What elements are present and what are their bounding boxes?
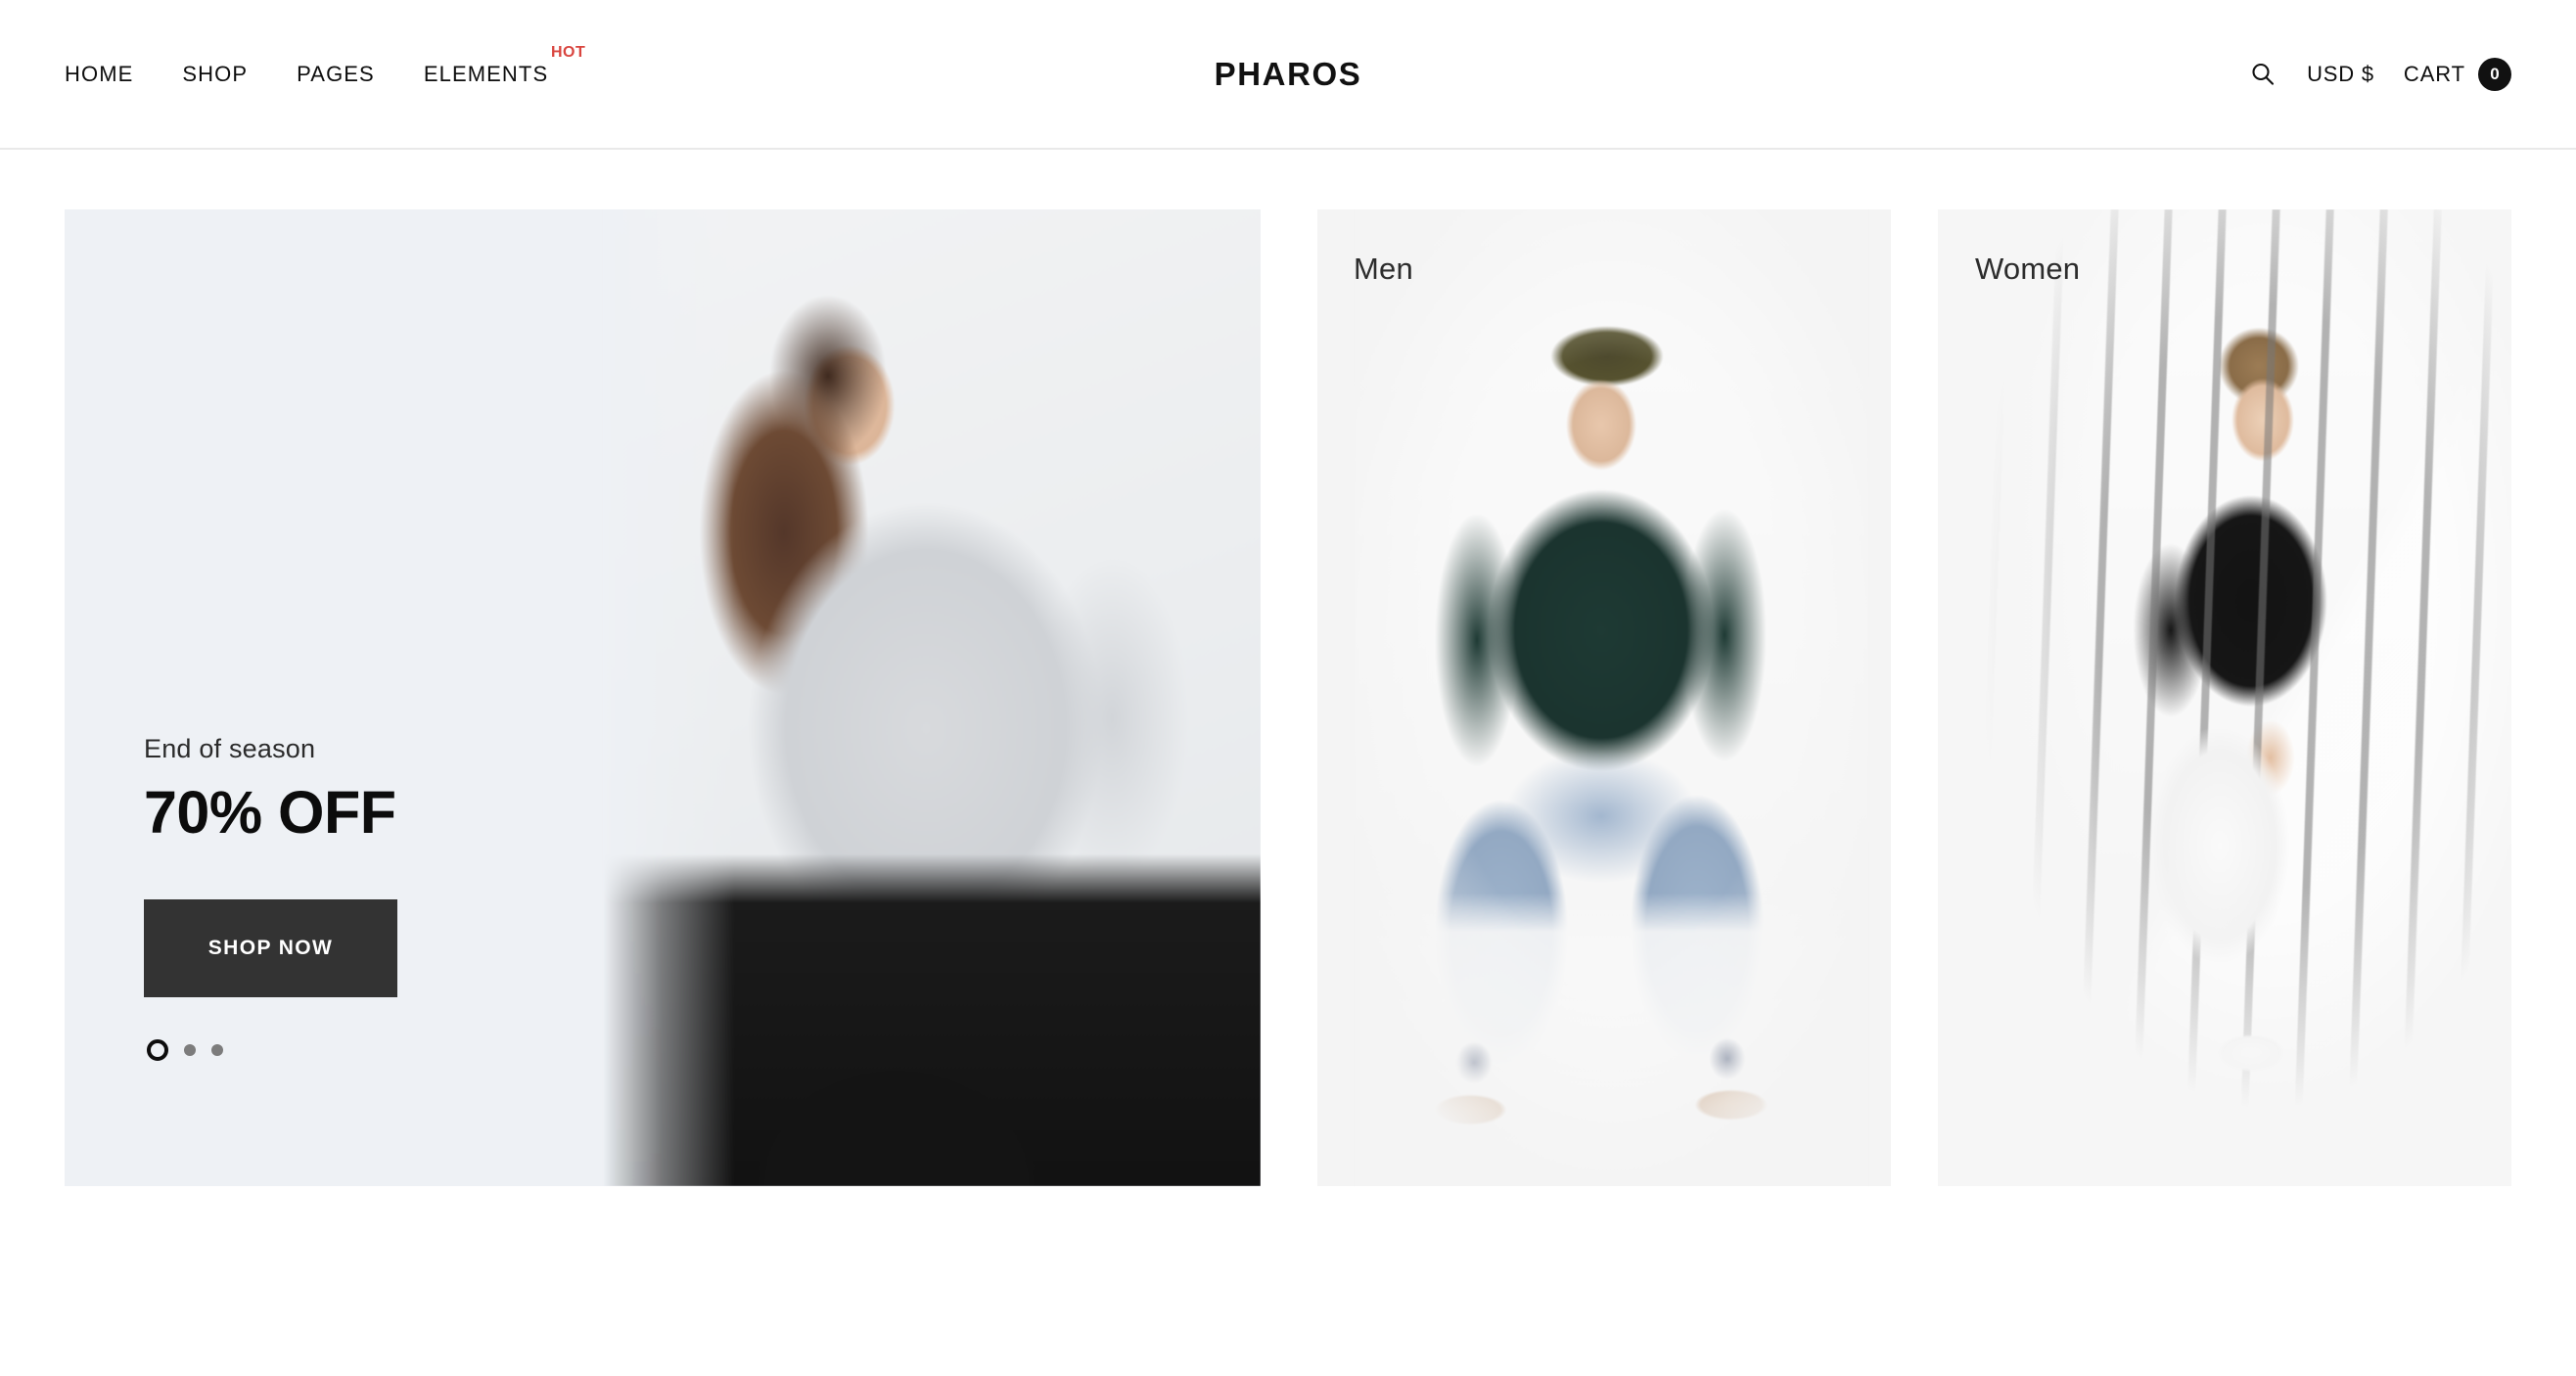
carousel-dots xyxy=(147,1039,397,1061)
search-icon[interactable] xyxy=(2248,60,2277,89)
site-logo[interactable]: PHAROS xyxy=(1215,56,1362,93)
hero-slider[interactable]: End of season 70% OFF SHOP NOW xyxy=(65,209,1261,1186)
hero-overlay: End of season 70% OFF SHOP NOW xyxy=(144,734,397,1061)
nav-item-elements-label: ELEMENTS xyxy=(423,61,549,86)
category-label-men[interactable]: Men xyxy=(1354,252,1413,287)
nav-item-home-label: HOME xyxy=(65,61,134,86)
header-actions: USD $ CART 0 xyxy=(2248,57,2511,91)
nav-item-shop-label: SHOP xyxy=(182,61,249,86)
carousel-dot-3[interactable] xyxy=(211,1044,223,1056)
men-category-image xyxy=(1355,209,1868,1186)
currency-selector[interactable]: USD $ xyxy=(2307,62,2374,87)
category-card-men[interactable]: Men xyxy=(1317,209,1891,1186)
hero-headline: 70% OFF xyxy=(144,779,396,846)
nav-item-pages-label: PAGES xyxy=(297,61,375,86)
site-header: HOME SHOP PAGES ELEMENTS HOT PHAROS USD … xyxy=(0,0,2576,150)
hot-badge: HOT xyxy=(550,43,586,61)
main-navigation: HOME SHOP PAGES ELEMENTS HOT xyxy=(65,44,585,97)
cart-button[interactable]: CART 0 xyxy=(2403,57,2511,91)
hero-image-woman-gray-sweater xyxy=(603,209,1261,1186)
category-card-women[interactable]: Women xyxy=(1938,209,2511,1186)
nav-item-home[interactable]: HOME xyxy=(65,52,133,97)
nav-item-shop[interactable]: SHOP xyxy=(182,52,248,97)
hero-eyebrow: End of season xyxy=(144,734,316,763)
carousel-dot-1[interactable] xyxy=(147,1039,168,1061)
nav-item-pages[interactable]: PAGES xyxy=(297,52,375,97)
category-label-women[interactable]: Women xyxy=(1975,252,2080,287)
carousel-dot-2[interactable] xyxy=(184,1044,196,1056)
cart-count-badge: 0 xyxy=(2478,57,2511,91)
homepage-content: End of season 70% OFF SHOP NOW Men Women xyxy=(0,150,2576,1376)
shop-now-button[interactable]: SHOP NOW xyxy=(144,899,397,997)
cart-label: CART xyxy=(2403,61,2465,86)
women-category-image xyxy=(1957,209,2511,1186)
nav-item-elements[interactable]: ELEMENTS HOT xyxy=(423,44,585,97)
